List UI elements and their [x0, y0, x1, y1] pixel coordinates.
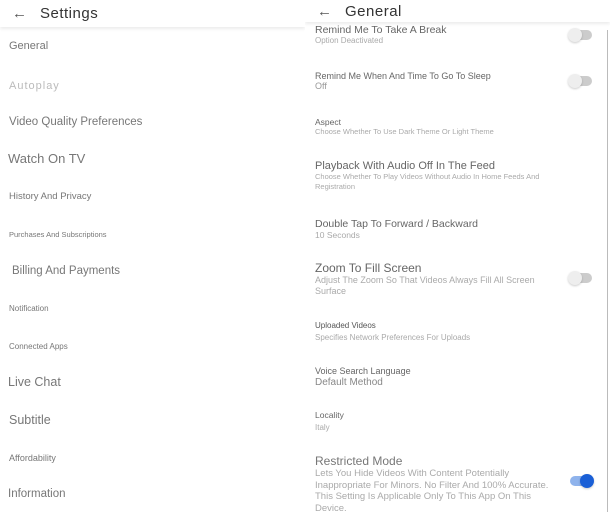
sidebar-item-video-quality[interactable]: Video Quality Preferences	[9, 116, 142, 128]
page-title: General	[345, 2, 402, 20]
sidebar-item-watch-on-tv[interactable]: Watch On TV	[8, 151, 85, 166]
sidebar-item-affordability[interactable]: Affordability	[9, 453, 56, 463]
setting-title: Locality	[315, 410, 344, 420]
setting-voice-language[interactable]: Voice Search Language Default Method	[315, 366, 565, 389]
setting-subtitle: Choose Whether To Play Videos Without Au…	[315, 172, 540, 191]
setting-double-tap[interactable]: Double Tap To Forward / Backward 10 Seco…	[315, 218, 565, 240]
setting-title: Remind Me When And Time To Go To Sleep	[315, 71, 491, 81]
setting-title: Aspect	[315, 117, 341, 127]
sidebar-item-subtitle[interactable]: Subtitle	[9, 413, 51, 427]
page-title: Settings	[40, 5, 99, 22]
setting-title: Restricted Mode	[315, 454, 403, 468]
sidebar-item-general[interactable]: General	[9, 40, 48, 52]
general-header: ← General	[305, 0, 610, 22]
sidebar-item-purchases[interactable]: Purchases And Subscriptions	[9, 230, 107, 239]
setting-restricted-mode[interactable]: Restricted Mode Lets You Hide Videos Wit…	[315, 454, 560, 512]
setting-subtitle: Default Method	[315, 377, 383, 388]
back-arrow-icon[interactable]: ←	[0, 5, 40, 22]
sidebar-item-history-privacy[interactable]: History And Privacy	[9, 191, 91, 202]
restricted-mode-toggle[interactable]	[570, 474, 594, 488]
sidebar-item-connected-apps[interactable]: Connected Apps	[9, 342, 68, 351]
setting-zoom-fill[interactable]: Zoom To Fill Screen Adjust The Zoom So T…	[315, 261, 560, 297]
setting-subtitle: Specifies Network Preferences For Upload…	[315, 333, 471, 342]
setting-subtitle: Italy	[315, 423, 330, 432]
setting-take-break[interactable]: Remind Me To Take A Break Option Deactiv…	[315, 24, 565, 46]
setting-title: Playback With Audio Off In The Feed	[315, 160, 495, 172]
setting-subtitle: 10 Seconds	[315, 230, 360, 240]
setting-title: Remind Me To Take A Break	[315, 24, 447, 36]
sidebar-item-notification[interactable]: Notification	[9, 304, 49, 313]
setting-title: Voice Search Language	[315, 366, 411, 376]
setting-uploads[interactable]: Uploaded Videos Specifies Network Prefer…	[315, 321, 565, 343]
bedtime-toggle[interactable]	[568, 74, 592, 88]
general-panel: ← General Remind Me To Take A Break Opti…	[305, 0, 610, 512]
setting-muted-playback[interactable]: Playback With Audio Off In The Feed Choo…	[315, 160, 575, 192]
setting-title: Uploaded Videos	[315, 321, 376, 330]
sidebar-item-autoplay[interactable]: Autoplay	[9, 80, 60, 92]
take-break-toggle[interactable]	[568, 28, 592, 42]
setting-title: Zoom To Fill Screen	[315, 261, 422, 275]
settings-header: ← Settings	[0, 0, 305, 27]
back-arrow-icon[interactable]: ←	[305, 3, 345, 20]
setting-title: Double Tap To Forward / Backward	[315, 218, 479, 230]
setting-locality[interactable]: Locality Italy	[315, 410, 565, 433]
setting-bedtime[interactable]: Remind Me When And Time To Go To Sleep O…	[315, 71, 565, 91]
setting-subtitle: Lets You Hide Videos With Content Potent…	[315, 468, 549, 512]
sidebar-item-billing[interactable]: Billing And Payments	[12, 265, 120, 277]
setting-subtitle: Option Deactivated	[315, 36, 384, 45]
scrollbar[interactable]	[607, 30, 608, 512]
settings-panel: ← Settings General Autoplay Video Qualit…	[0, 0, 305, 512]
setting-aspect[interactable]: Aspect Choose Whether To Use Dark Theme …	[315, 117, 565, 137]
sidebar-item-information[interactable]: Information	[8, 488, 66, 500]
zoom-fill-toggle[interactable]	[568, 271, 592, 285]
setting-subtitle: Off	[315, 81, 327, 91]
sidebar-item-live-chat[interactable]: Live Chat	[8, 375, 61, 389]
setting-subtitle: Choose Whether To Use Dark Theme Or Ligh…	[315, 127, 494, 136]
setting-subtitle: Adjust The Zoom So That Videos Always Fi…	[315, 275, 535, 296]
